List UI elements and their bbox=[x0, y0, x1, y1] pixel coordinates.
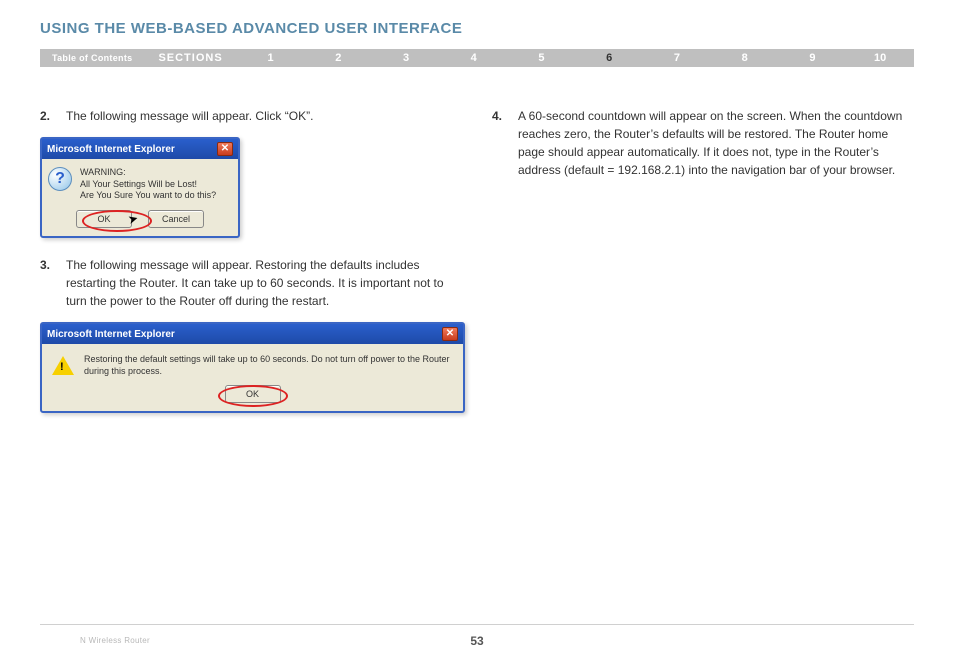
page-heading: USING THE WEB-BASED ADVANCED USER INTERF… bbox=[40, 20, 914, 37]
dialog2-message: Restoring the default settings will take… bbox=[84, 354, 453, 377]
ok-button[interactable]: OK bbox=[76, 210, 132, 228]
footer-product-name: N Wireless Router bbox=[80, 636, 150, 645]
left-column: 2. The following message will appear. Cl… bbox=[40, 107, 462, 413]
step-4-number: 4. bbox=[492, 107, 508, 179]
nav-sections-label: SECTIONS bbox=[144, 52, 236, 64]
section-navbar: Table of Contents SECTIONS 1 2 3 4 5 6 7… bbox=[40, 49, 914, 67]
step-3-number: 3. bbox=[40, 256, 56, 310]
dialog-restoring-defaults: Microsoft Internet Explorer ✕ Restoring … bbox=[40, 322, 465, 413]
footer-page-number: 53 bbox=[470, 634, 483, 648]
dialog1-message: WARNING: All Your Settings Will be Lost!… bbox=[80, 167, 216, 202]
close-icon[interactable]: ✕ bbox=[217, 142, 233, 156]
dialog2-title-text: Microsoft Internet Explorer bbox=[47, 329, 175, 340]
close-icon[interactable]: ✕ bbox=[442, 327, 458, 341]
nav-section-7[interactable]: 7 bbox=[643, 52, 711, 64]
page-footer: N Wireless Router 53 bbox=[40, 624, 914, 656]
step-2-text: The following message will appear. Click… bbox=[66, 107, 462, 125]
dialog1-title-text: Microsoft Internet Explorer bbox=[47, 144, 175, 155]
question-icon: ? bbox=[48, 167, 72, 191]
step-4: 4. A 60-second countdown will appear on … bbox=[492, 107, 914, 179]
nav-section-8[interactable]: 8 bbox=[711, 52, 779, 64]
step-3: 3. The following message will appear. Re… bbox=[40, 256, 462, 310]
nav-section-1[interactable]: 1 bbox=[237, 52, 305, 64]
step-3-text: The following message will appear. Resto… bbox=[66, 256, 462, 310]
warning-icon bbox=[52, 356, 74, 375]
dialog1-titlebar: Microsoft Internet Explorer ✕ bbox=[42, 139, 238, 159]
nav-section-6[interactable]: 6 bbox=[575, 52, 643, 64]
nav-section-10[interactable]: 10 bbox=[846, 52, 914, 64]
dialog1-line1: WARNING: bbox=[80, 167, 216, 179]
nav-section-5[interactable]: 5 bbox=[508, 52, 576, 64]
dialog1-line2: All Your Settings Will be Lost! bbox=[80, 179, 216, 191]
dialog-warning-settings-lost: Microsoft Internet Explorer ✕ ? WARNING:… bbox=[40, 137, 240, 238]
step-2-number: 2. bbox=[40, 107, 56, 125]
dialog2-titlebar: Microsoft Internet Explorer ✕ bbox=[42, 324, 463, 344]
cancel-button[interactable]: Cancel bbox=[148, 210, 204, 228]
right-column: 4. A 60-second countdown will appear on … bbox=[492, 107, 914, 413]
dialog1-line3: Are You Sure You want to do this? bbox=[80, 190, 216, 202]
nav-toc[interactable]: Table of Contents bbox=[40, 53, 144, 63]
nav-section-9[interactable]: 9 bbox=[779, 52, 847, 64]
nav-section-2[interactable]: 2 bbox=[304, 52, 372, 64]
step-2: 2. The following message will appear. Cl… bbox=[40, 107, 462, 125]
nav-section-3[interactable]: 3 bbox=[372, 52, 440, 64]
ok-button[interactable]: OK bbox=[225, 385, 281, 403]
nav-section-4[interactable]: 4 bbox=[440, 52, 508, 64]
step-4-text: A 60-second countdown will appear on the… bbox=[518, 107, 914, 179]
